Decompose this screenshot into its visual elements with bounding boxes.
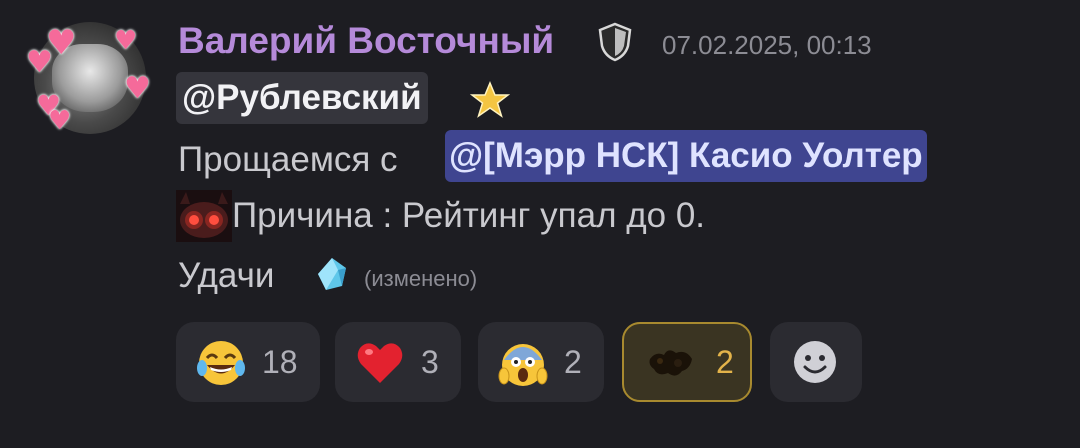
reaction-scream[interactable]: 2 xyxy=(478,322,604,402)
heart-decoration-icon: ♥ xyxy=(48,106,72,136)
custom-emoji xyxy=(649,350,692,376)
reaction-laughing[interactable]: 18 xyxy=(176,322,320,402)
crystal-icon xyxy=(318,258,346,290)
message-text-line3: Удачи xyxy=(178,256,275,295)
user-avatar[interactable]: ♥ ♥ ♥ ♥ ♥ ♥ xyxy=(26,22,151,136)
shield-icon[interactable] xyxy=(597,22,633,62)
star-icon xyxy=(470,81,510,118)
message-timestamp: 07.02.2025, 00:13 xyxy=(662,30,872,60)
reaction-count: 3 xyxy=(421,344,439,380)
heart-decoration-icon: ♥ xyxy=(114,26,138,56)
heart-decoration-icon: ♥ xyxy=(26,45,53,80)
chat-message: ♥ ♥ ♥ ♥ ♥ ♥ Валерий Восточный 07.02.2025… xyxy=(0,0,1080,448)
user-mention-pill[interactable]: @Рублевский xyxy=(176,72,428,124)
message-text-line1: Прощаемся с xyxy=(178,140,398,179)
laughing-tears-emoji xyxy=(197,341,245,385)
author-name[interactable]: Валерий Восточный xyxy=(178,20,554,62)
message-text-line2: Причина : Рейтинг упал до 0. xyxy=(232,196,706,235)
reaction-heart[interactable]: 3 xyxy=(335,322,461,402)
reaction-count: 2 xyxy=(564,344,582,380)
red-heart-emoji xyxy=(357,343,403,383)
devil-eyes-emoji xyxy=(176,190,232,242)
user-mention-link[interactable]: @[Мэрр НСК] Касио Уолтер xyxy=(445,130,927,182)
reaction-count: 18 xyxy=(262,344,298,380)
screaming-face-emoji xyxy=(498,344,548,386)
edited-label: (изменено) xyxy=(364,266,478,291)
reaction-count: 2 xyxy=(716,344,734,380)
heart-decoration-icon: ♥ xyxy=(124,71,151,106)
add-reaction-button[interactable] xyxy=(770,322,862,402)
add-reaction-smile-icon xyxy=(794,341,836,383)
reaction-custom-selected[interactable]: 2 xyxy=(622,322,752,402)
